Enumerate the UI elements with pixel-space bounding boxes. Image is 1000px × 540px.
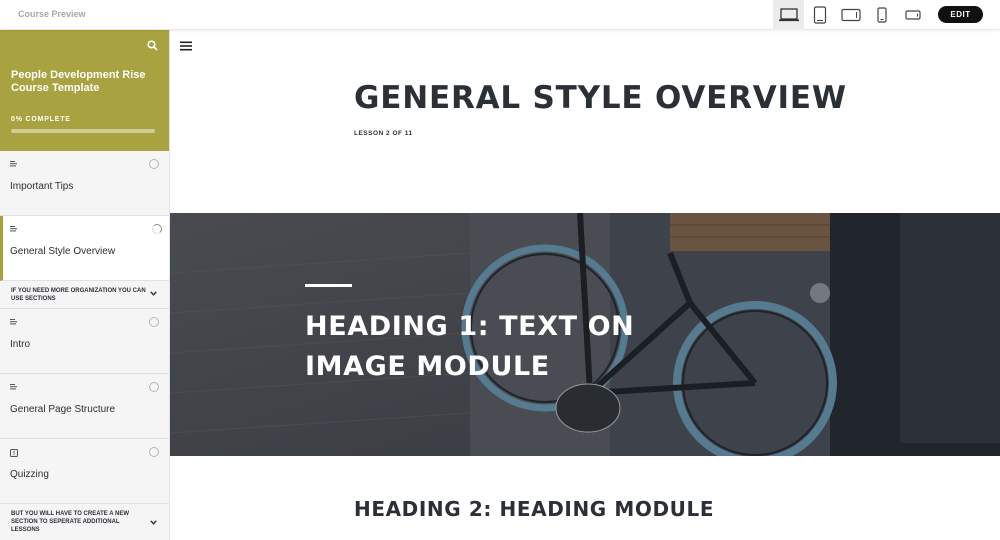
section-title: IF YOU NEED MORE ORGANIZATION YOU CAN US… <box>11 288 146 302</box>
lesson-label: Intro <box>10 339 31 350</box>
sidebar-item-quizzing[interactable]: Quizzing <box>0 439 169 504</box>
progress-label: 0% COMPLETE <box>11 116 71 123</box>
tablet-portrait-icon <box>813 6 826 24</box>
phone-portrait-preview-button[interactable] <box>866 0 897 30</box>
phone-landscape-preview-button[interactable] <box>897 0 928 30</box>
lesson-status-icon <box>149 159 159 169</box>
chevron-down-icon <box>150 291 157 296</box>
sidebar-header: People Development Rise Course Template … <box>0 30 169 151</box>
sidebar-item-general-page-structure[interactable]: General Page Structure <box>0 374 169 439</box>
lesson-title: GENERAL STYLE OVERVIEW <box>354 80 847 116</box>
text-lesson-icon <box>10 226 17 232</box>
phone-landscape-icon <box>904 10 921 20</box>
top-bar: Course Preview EDIT <box>0 0 1000 30</box>
quiz-icon <box>10 449 18 457</box>
lesson-label: General Style Overview <box>10 246 116 257</box>
desktop-preview-button[interactable] <box>773 0 804 30</box>
search-button[interactable] <box>147 38 158 56</box>
sidebar-item-general-style-overview[interactable]: General Style Overview <box>0 216 169 281</box>
heading-divider <box>305 284 352 287</box>
progress-bar <box>11 129 155 133</box>
lesson-counter: LESSON 2 OF 11 <box>354 130 413 137</box>
lesson-status-icon <box>149 317 159 327</box>
phone-portrait-icon <box>876 7 887 23</box>
preview-title: Course Preview <box>18 9 86 19</box>
lesson-content: GENERAL STYLE OVERVIEW LESSON 2 OF 11 HE… <box>170 30 1000 540</box>
text-lesson-icon <box>10 384 17 390</box>
lesson-label: Quizzing <box>10 469 49 480</box>
hero-heading: Heading 1: Text on Image Module <box>305 311 635 382</box>
device-switcher <box>773 0 928 30</box>
edit-button[interactable]: EDIT <box>938 6 983 23</box>
lesson-label: Important Tips <box>10 181 74 192</box>
search-icon <box>147 40 158 51</box>
section-title: BUT YOU WILL HAVE TO CREATE A NEW SECTIO… <box>11 511 130 533</box>
lesson-label: General Page Structure <box>10 404 116 415</box>
course-title: People Development Rise Course Template <box>11 69 146 94</box>
text-on-image-block: Heading 1: Text on Image Module <box>170 213 1000 456</box>
tablet-portrait-preview-button[interactable] <box>804 0 835 30</box>
sidebar-section[interactable]: BUT YOU WILL HAVE TO CREATE A NEW SECTIO… <box>0 504 169 540</box>
text-lesson-icon <box>10 161 17 167</box>
tablet-landscape-preview-button[interactable] <box>835 0 866 30</box>
sidebar-section[interactable]: IF YOU NEED MORE ORGANIZATION YOU CAN US… <box>0 281 169 309</box>
chevron-down-icon <box>150 520 157 525</box>
desktop-icon <box>778 8 799 22</box>
in-progress-icon <box>152 224 162 234</box>
tablet-landscape-icon <box>840 8 861 22</box>
lesson-status-icon <box>149 382 159 392</box>
sidebar-item-intro[interactable]: Intro <box>0 309 169 374</box>
sidebar-item-important-tips[interactable]: Important Tips <box>0 151 169 216</box>
heading-block: Heading 2: Heading Module <box>354 497 715 521</box>
course-sidebar: People Development Rise Course Template … <box>0 30 170 540</box>
menu-toggle-button[interactable] <box>180 38 192 56</box>
hamburger-menu-icon <box>180 41 192 51</box>
lesson-status-icon <box>149 447 159 457</box>
text-lesson-icon <box>10 319 17 325</box>
